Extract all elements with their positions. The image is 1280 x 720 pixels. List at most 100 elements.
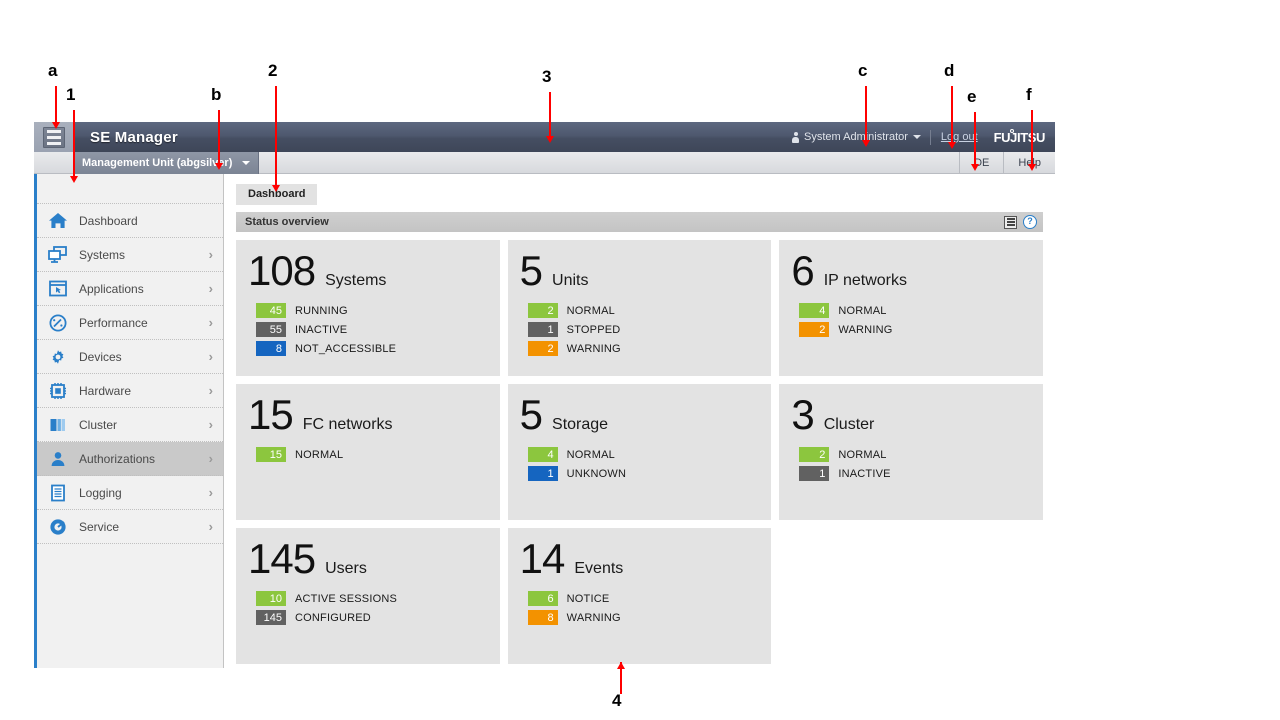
sidebar-item-logging[interactable]: Logging › [37, 476, 223, 510]
status-tile-name: FC networks [302, 416, 393, 433]
status-badge: 2 [799, 447, 830, 462]
status-tile-count: 5 [519, 391, 543, 438]
status-tile-rows: 6 NOTICE 8 WARNING [520, 589, 772, 627]
fujitsu-wordmark: FUJITSU [993, 129, 1046, 145]
status-tile-name: Cluster [823, 416, 875, 433]
status-label: WARNING [566, 611, 621, 624]
status-row: 45 RUNNING [256, 301, 500, 320]
status-tile-fc-networks[interactable]: 15 FC networks 15 NORMAL [236, 384, 500, 520]
user-icon [47, 449, 69, 469]
sidebar-item-cluster[interactable]: Cluster › [37, 408, 223, 442]
status-badge: 8 [527, 610, 558, 625]
sidebar-item-performance[interactable]: Performance › [37, 306, 223, 340]
status-tile-cluster[interactable]: 3 Cluster 2 NORMAL 1 INACTIVE [779, 384, 1043, 520]
sidebar-item-authorizations[interactable]: Authorizations › [37, 442, 223, 476]
status-badge: 15 [256, 447, 286, 462]
chevron-right-icon: › [208, 519, 213, 534]
status-row: 15 NORMAL [256, 445, 500, 464]
status-row: 8 NOT_ACCESSIBLE [256, 339, 500, 358]
status-tile-name: Users [325, 560, 367, 577]
sidebar-item-dashboard[interactable]: Dashboard [37, 204, 223, 238]
annotation-arrow-head [862, 140, 870, 147]
status-tile-header: 6 IP networks [791, 250, 1043, 292]
monitor-icon [47, 245, 69, 265]
status-tile-grid: 108 Systems 45 RUNNING 55 INACTIVE 8 NOT_ACCESS… [236, 240, 1043, 664]
annotation-arrow-a [52, 86, 60, 129]
status-row: 55 INACTIVE [256, 320, 500, 339]
application-header: SE Manager System Administrator Log out … [34, 122, 1055, 152]
status-badge: 2 [799, 322, 830, 337]
status-tile-storage[interactable]: 5 Storage 4 NORMAL 1 UNKNOWN [507, 384, 772, 520]
status-tile-rows: 10 ACTIVE SESSIONS 145 CONFIGURED [248, 589, 500, 627]
status-row: 145 CONFIGURED [256, 608, 500, 627]
status-label: RUNNING [295, 304, 348, 317]
management-unit-label: Management Unit (abgsilver) [82, 157, 233, 169]
sidebar-item-devices[interactable]: Devices › [37, 340, 223, 374]
status-tile-events[interactable]: 14 Events 6 NOTICE 8 WARNING [507, 528, 772, 664]
annotation-label-1: 1 [66, 85, 76, 104]
annotation-arrow-e [971, 112, 979, 171]
status-row: 1 STOPPED [527, 320, 772, 339]
sidebar-item-label: Logging [79, 485, 122, 500]
status-tile-users[interactable]: 145 Users 10 ACTIVE SESSIONS 145 CONFIGURED [236, 528, 500, 664]
annotation-arrow-head [546, 136, 554, 143]
annotation-arrow-head [1028, 164, 1036, 171]
chevron-right-icon: › [208, 315, 213, 330]
status-tile-count: 145 [248, 535, 316, 582]
management-unit-selector[interactable]: Management Unit (abgsilver) [74, 152, 260, 174]
status-tile-header: 5 Storage [520, 394, 772, 436]
sidebar-item-service[interactable]: Service › [37, 510, 223, 544]
status-row: 4 NORMAL [799, 301, 1043, 320]
annotation-label-3: 3 [542, 67, 552, 86]
status-badge: 4 [527, 447, 558, 462]
sidebar-spacer [37, 174, 223, 204]
status-tile-systems[interactable]: 108 Systems 45 RUNNING 55 INACTIVE 8 NOT_ACCESS… [236, 240, 500, 376]
language-switch-de[interactable]: DE [959, 151, 1003, 174]
sidebar-item-applications[interactable]: Applications › [37, 272, 223, 306]
annotation-arrow-shaft [55, 86, 57, 122]
user-menu[interactable]: System Administrator [792, 131, 930, 143]
sidebar-item-hardware[interactable]: Hardware › [37, 374, 223, 408]
lifebuoy-icon [47, 517, 69, 537]
status-badge: 6 [527, 591, 558, 606]
status-tile-rows: 15 NORMAL [248, 445, 500, 464]
status-tile-rows: 45 RUNNING 55 INACTIVE 8 NOT_ACCESSIBLE [248, 301, 500, 358]
status-badge: 4 [799, 303, 830, 318]
status-tile-ip-networks[interactable]: 6 IP networks 4 NORMAL 2 WARNING [779, 240, 1043, 376]
list-view-icon[interactable] [1004, 215, 1017, 229]
status-row: 2 NORMAL [799, 445, 1043, 464]
annotation-label-a: a [48, 61, 58, 80]
status-label: STOPPED [566, 323, 621, 336]
chevron-right-icon: › [208, 485, 213, 500]
se-manager-window: SE Manager System Administrator Log out … [34, 122, 1055, 668]
annotation-arrow-head [70, 176, 78, 183]
status-row: 2 WARNING [527, 339, 772, 358]
status-tile-count: 3 [791, 391, 814, 438]
chevron-right-icon: › [208, 417, 213, 432]
sidebar-item-systems[interactable]: Systems › [37, 238, 223, 272]
status-row: 1 UNKNOWN [527, 464, 772, 483]
status-tile-units[interactable]: 5 Units 2 NORMAL 1 STOPPED 2 WARNING [507, 240, 772, 376]
window-icon [47, 279, 69, 299]
annotation-label-c: c [858, 61, 868, 80]
status-badge: 10 [256, 591, 286, 606]
status-row: 2 NORMAL [527, 301, 772, 320]
sidebar-item-label: Cluster [79, 417, 118, 432]
status-label: NORMAL [566, 448, 615, 461]
sidebar-item-label: Dashboard [79, 213, 138, 228]
fujitsu-logo-dot [1009, 128, 1014, 133]
person-icon [792, 131, 799, 143]
header-right-group: System Administrator Log out FUJITSU [792, 122, 1055, 152]
sidebar-item-label: Systems [79, 247, 126, 262]
annotation-arrow-shaft [951, 86, 953, 142]
annotation-arrow-shaft [549, 92, 551, 136]
help-question-icon[interactable]: ? [1023, 215, 1037, 229]
annotation-label-2: 2 [268, 61, 278, 80]
status-row: 8 WARNING [527, 608, 772, 627]
logout-link[interactable]: Log out [931, 131, 988, 143]
status-tile-name: Storage [552, 416, 609, 433]
status-badge: 1 [527, 322, 558, 337]
sidebar-item-label: Service [79, 519, 120, 534]
status-tile-rows: 4 NORMAL 1 UNKNOWN [520, 445, 772, 483]
status-label: UNKNOWN [566, 467, 627, 480]
